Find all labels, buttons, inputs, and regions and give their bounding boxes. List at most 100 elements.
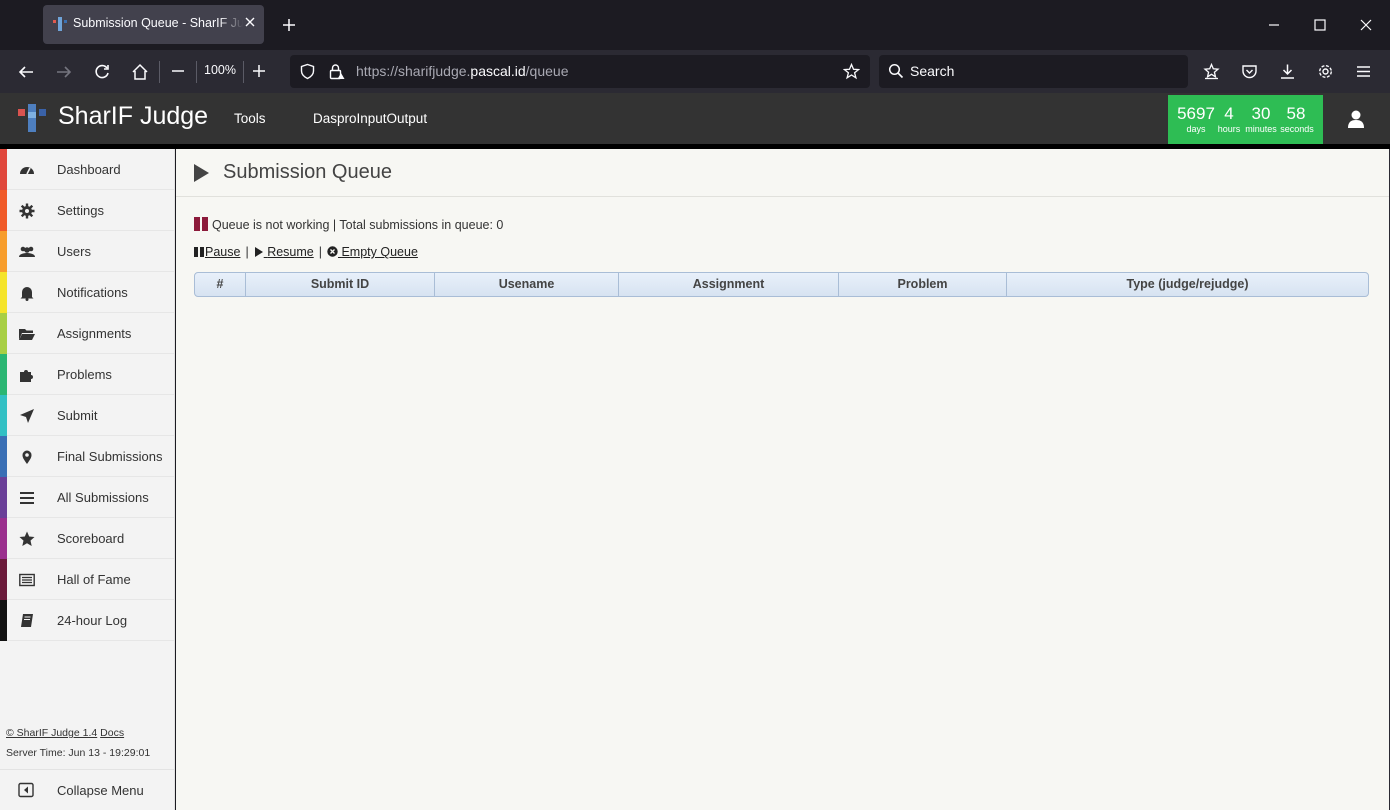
- folder-icon: [19, 329, 35, 340]
- new-tab-icon[interactable]: [281, 17, 297, 33]
- hamburger-menu-icon[interactable]: [1355, 63, 1372, 80]
- sidebar-item-notifications[interactable]: Notifications: [0, 272, 174, 313]
- column-header-number[interactable]: #: [195, 273, 246, 296]
- sidebar-color-bar: [0, 436, 7, 477]
- sidebar-item-label: 24-hour Log: [57, 613, 128, 628]
- close-window-icon[interactable]: [1358, 17, 1374, 33]
- sidebar-item-settings[interactable]: Settings: [0, 190, 174, 231]
- sidebar-color-bar: [0, 231, 7, 272]
- timer-minutes-label: minutes: [1245, 124, 1277, 134]
- sidebar-item-scoreboard[interactable]: Scoreboard: [0, 518, 174, 559]
- maximize-window-icon[interactable]: [1312, 17, 1328, 33]
- reload-icon[interactable]: [93, 63, 111, 81]
- sidebar-color-bar: [0, 149, 7, 190]
- tab-strip: Submission Queue - SharIF Judge: [0, 0, 1390, 50]
- play-icon: [194, 164, 209, 182]
- play-small-icon: [254, 247, 263, 257]
- sidebar-color-bar: [0, 559, 7, 600]
- docs-link[interactable]: Docs: [100, 727, 124, 739]
- empty-label: Empty Queue: [341, 245, 418, 259]
- zoom-out-icon[interactable]: [170, 63, 186, 79]
- bookmarks-menu-icon[interactable]: [1203, 63, 1220, 80]
- sidebar-item-dashboard[interactable]: Dashboard: [0, 149, 174, 190]
- sidebar-item-assignments[interactable]: Assignments: [0, 313, 174, 354]
- pause-status-icon: [194, 217, 208, 231]
- empty-queue-link[interactable]: Empty Queue: [327, 245, 418, 259]
- sidebar-item-24-hour-log[interactable]: 24-hour Log: [0, 600, 174, 641]
- timer-seconds: 58: [1286, 104, 1306, 123]
- page-title: Submission Queue: [223, 161, 392, 183]
- gear-icon: [19, 203, 35, 219]
- sidebar-color-bar: [0, 354, 7, 395]
- queue-status: Queue is not working | Total submissions…: [194, 217, 503, 232]
- settings-gear-icon[interactable]: [1317, 63, 1334, 80]
- close-tab-icon[interactable]: [242, 14, 258, 30]
- sidebar-item-label: Users: [57, 244, 91, 259]
- bookmark-star-icon[interactable]: [843, 63, 860, 80]
- book-icon: [21, 614, 33, 627]
- zoom-level[interactable]: 100%: [197, 63, 243, 77]
- back-arrow-icon[interactable]: [17, 63, 35, 81]
- separator: |: [245, 245, 249, 259]
- times-circle-icon: [327, 246, 338, 257]
- page-title-bar: Submission Queue: [176, 149, 1389, 197]
- sidebar-item-label: Final Submissions: [57, 449, 163, 464]
- lock-warning-icon[interactable]: [328, 63, 345, 80]
- browser-tab-active[interactable]: Submission Queue - SharIF Judge: [43, 5, 264, 44]
- pocket-icon[interactable]: [1241, 63, 1258, 80]
- timer-hours: 4: [1224, 104, 1234, 123]
- sidebar-item-all-submissions[interactable]: All Submissions: [0, 477, 174, 518]
- queue-table-header: # Submit ID Usename Assignment Problem T…: [194, 272, 1369, 297]
- search-box[interactable]: Search: [879, 55, 1188, 88]
- sidebar-item-submit[interactable]: Submit: [0, 395, 174, 436]
- resume-queue-link[interactable]: Resume: [254, 245, 314, 259]
- column-header-type[interactable]: Type (judge/rejudge): [1007, 273, 1368, 296]
- column-header-username[interactable]: Usename: [435, 273, 619, 296]
- sidebar-item-final-submissions[interactable]: Final Submissions: [0, 436, 174, 477]
- column-header-problem[interactable]: Problem: [839, 273, 1007, 296]
- sidebar-item-label: Dashboard: [57, 162, 121, 177]
- menu-assignment[interactable]: DasproInputOutput: [313, 111, 427, 126]
- toolbar-separator: [243, 61, 244, 83]
- sidebar-color-bar: [0, 477, 7, 518]
- tab-title: Submission Queue - SharIF Judge: [73, 16, 243, 30]
- sidebar-item-label: Scoreboard: [57, 531, 125, 546]
- sharif-logo-icon[interactable]: [18, 104, 46, 132]
- search-placeholder: Search: [910, 63, 955, 79]
- url-text[interactable]: https://sharifjudge.pascal.id/queue: [356, 63, 569, 79]
- sidebar-item-hall-of-fame[interactable]: Hall of Fame: [0, 559, 174, 600]
- forward-arrow-icon[interactable]: [55, 63, 73, 81]
- sidebar-item-users[interactable]: Users: [0, 231, 174, 272]
- toolbar-separator: [159, 61, 160, 83]
- puzzle-icon: [20, 370, 33, 382]
- timer-seconds-label: seconds: [1280, 124, 1314, 134]
- search-icon: [888, 63, 904, 79]
- sidebar-item-label: All Submissions: [57, 490, 149, 505]
- bell-icon: [20, 287, 34, 301]
- sidebar-item-label: Problems: [57, 367, 112, 382]
- collapse-menu-button[interactable]: Collapse Menu: [0, 769, 174, 810]
- pause-label: Pause: [205, 245, 241, 259]
- sidebar-item-problems[interactable]: Problems: [0, 354, 174, 395]
- version-link[interactable]: © SharIF Judge 1.4: [6, 727, 97, 739]
- shield-icon[interactable]: [299, 63, 316, 80]
- column-header-submit-id[interactable]: Submit ID: [246, 273, 435, 296]
- menu-tools[interactable]: Tools: [234, 111, 266, 126]
- collapse-icon: [18, 782, 34, 798]
- sidebar-item-label: Notifications: [57, 285, 128, 300]
- url-bar[interactable]: https://sharifjudge.pascal.id/queue: [290, 55, 870, 88]
- user-icon[interactable]: [1346, 109, 1366, 129]
- sidebar: Dashboard Settings Users Notifications A…: [0, 149, 175, 810]
- download-icon[interactable]: [1279, 63, 1296, 80]
- sidebar-color-bar: [0, 600, 7, 641]
- sidebar-color-bar: [0, 313, 7, 354]
- app-brand[interactable]: SharIF Judge: [58, 102, 208, 131]
- column-header-assignment[interactable]: Assignment: [619, 273, 839, 296]
- sidebar-item-label: Settings: [57, 203, 104, 218]
- minimize-window-icon[interactable]: [1266, 17, 1282, 33]
- home-icon[interactable]: [131, 63, 149, 81]
- pause-queue-link[interactable]: Pause: [194, 245, 240, 259]
- resume-label: Resume: [267, 245, 314, 259]
- queue-status-text: Queue is not working | Total submissions…: [212, 218, 504, 232]
- zoom-in-icon[interactable]: [251, 63, 267, 79]
